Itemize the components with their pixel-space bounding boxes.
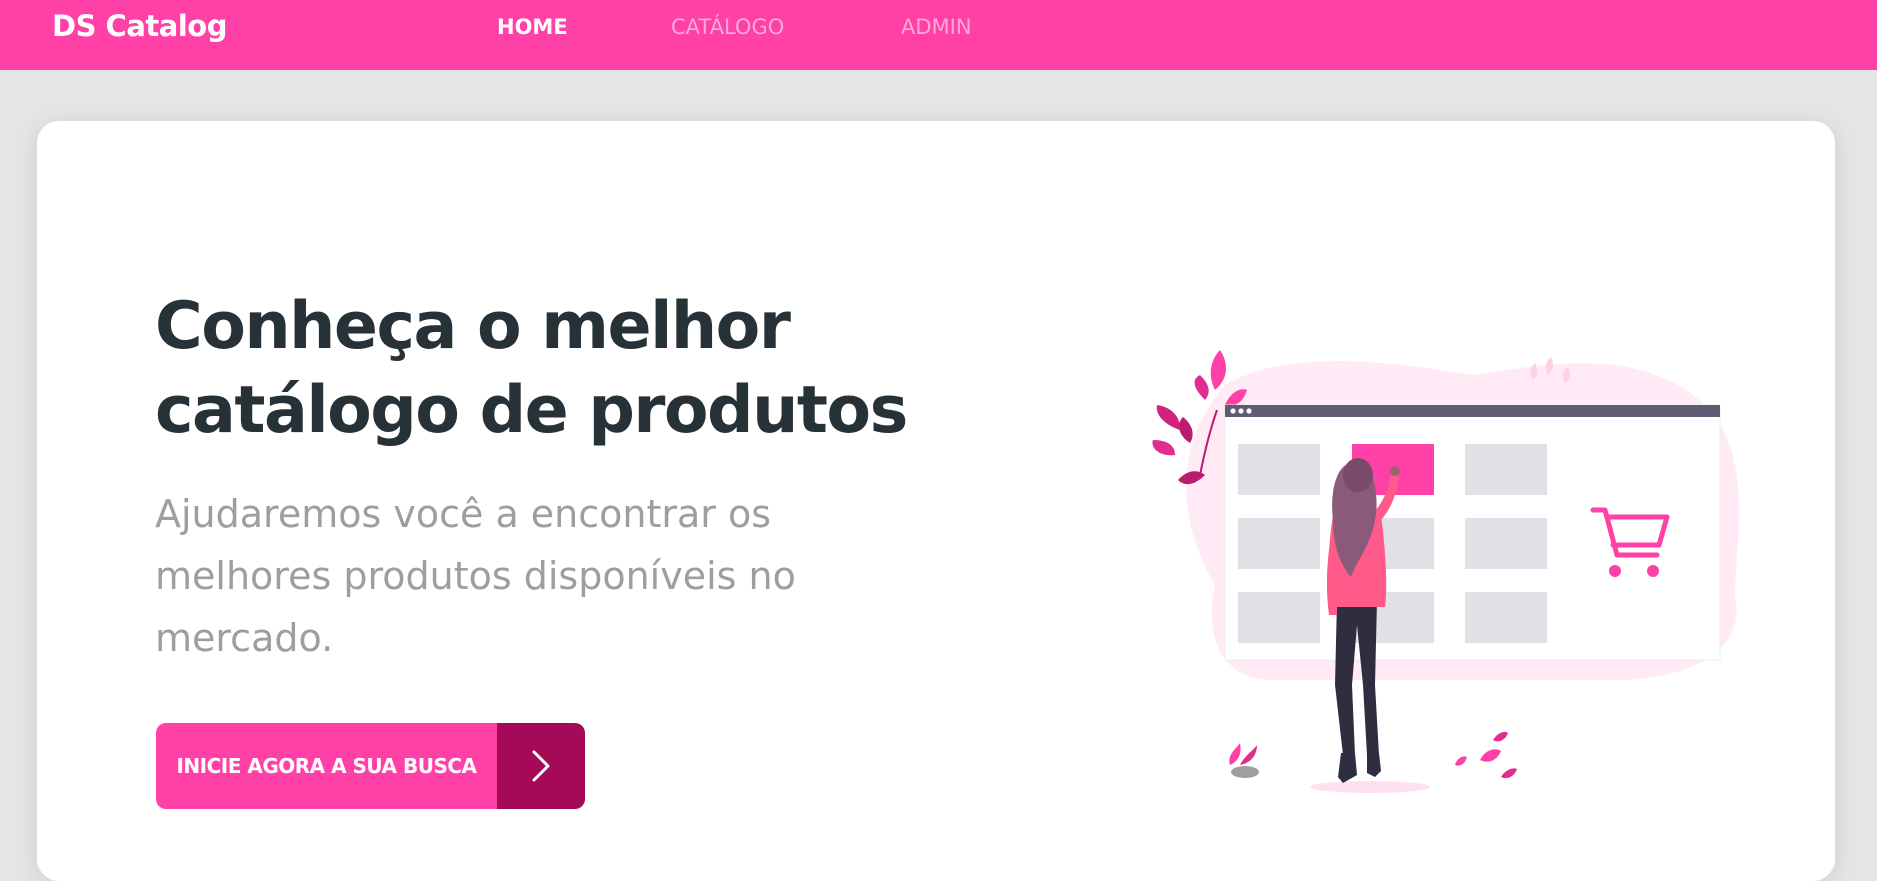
nav-link-home[interactable]: HOME (497, 13, 568, 41)
hero-title-line-2: catálogo de produtos (155, 373, 908, 448)
start-search-button[interactable]: INICIE AGORA A SUA BUSCA (156, 723, 585, 809)
woman-shopping-catalog-illustration (1145, 345, 1745, 805)
nav-link-admin[interactable]: ADMIN (901, 13, 972, 41)
hero-title: Conheça o melhor catálogo de produtos (155, 285, 975, 453)
hero-title-line-1: Conheça o melhor (155, 289, 791, 364)
hero-subtitle: Ajudaremos você a encontrar os melhores … (155, 492, 796, 660)
navbar: DS Catalog HOME CATÁLOGO ADMIN (0, 0, 1877, 70)
nav-link-catalog[interactable]: CATÁLOGO (671, 13, 784, 41)
start-search-button-label: INICIE AGORA A SUA BUSCA (156, 723, 497, 809)
brand-logo[interactable]: DS Catalog (52, 8, 227, 44)
chevron-right-icon (497, 723, 585, 809)
